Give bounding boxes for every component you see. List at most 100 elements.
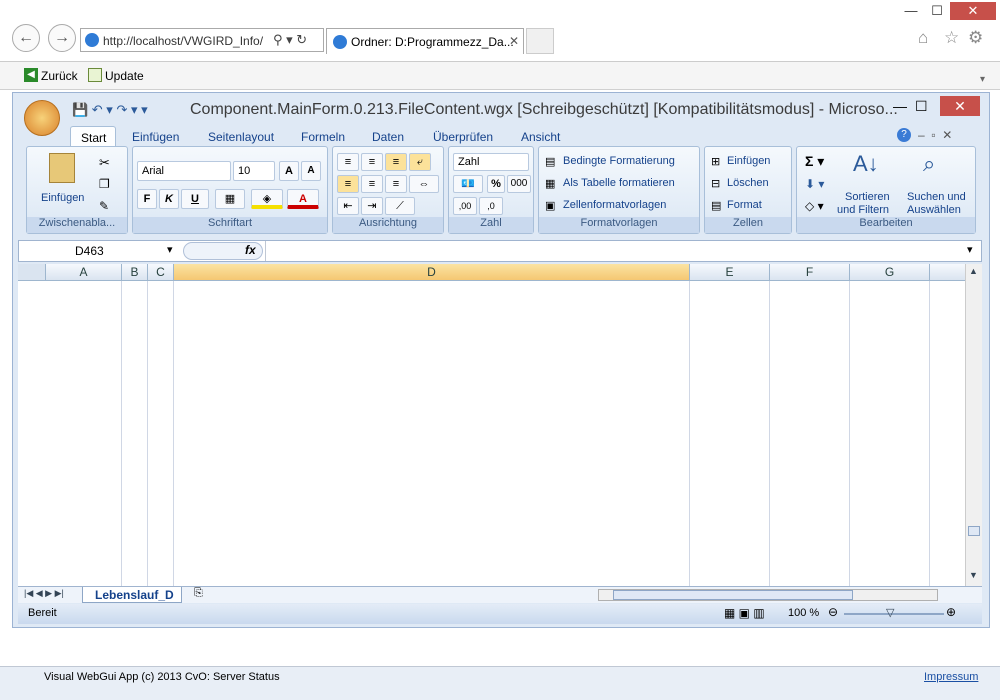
cmdbar-overflow-icon[interactable]: ▾ (980, 74, 985, 85)
address-bar[interactable]: http://localhost/VWGIRD_Info/ ⚲ ▾ ↻ (80, 28, 324, 52)
zoom-slider-thumb[interactable]: ▽ (886, 606, 894, 619)
select-all-corner[interactable] (18, 264, 46, 281)
autosum-icon[interactable]: Σ ▾ (805, 153, 824, 170)
tab-seitenlayout[interactable]: Seitenlayout (208, 130, 274, 144)
tab-daten[interactable]: Daten (372, 130, 404, 144)
cut-icon[interactable]: ✂ (99, 155, 110, 171)
view-buttons-icon[interactable]: ▦ ▣ ▥ (724, 606, 765, 620)
sort-filter-line2[interactable]: und Filtern (837, 204, 889, 216)
col-header-c[interactable]: C (148, 264, 174, 281)
scroll-up-icon[interactable]: ▲ (969, 266, 978, 276)
sort-filter-line1[interactable]: Sortieren (845, 191, 890, 203)
fill-icon[interactable]: ⬇ ▾ (805, 177, 824, 191)
vertical-scrollbar[interactable]: ▲ ▼ (965, 264, 982, 586)
excel-minimize-icon[interactable]: — (893, 98, 907, 114)
cell-styles-button[interactable]: Zellenformatvorlagen (563, 199, 666, 211)
find-select-line2[interactable]: Auswählen (907, 204, 961, 216)
tab-formeln[interactable]: Formeln (301, 130, 345, 144)
close-icon[interactable]: ✕ (950, 2, 996, 20)
office-button-icon[interactable] (24, 100, 60, 136)
browser-tab-active[interactable]: Ordner: D:Programmezz_Da... ✕ (326, 28, 524, 54)
find-select-line1[interactable]: Suchen und (907, 191, 966, 203)
decrease-indent-icon[interactable]: ⇤ (337, 197, 359, 215)
search-icon[interactable]: ⚲ ▾ ↻ (273, 32, 307, 48)
conditional-format-button[interactable]: Bedingte Formatierung (563, 155, 675, 167)
align-center-icon[interactable]: ≡ (361, 175, 383, 193)
sheet-tab-lebenslauf[interactable]: Lebenslauf_D (82, 587, 182, 603)
name-box[interactable]: D463 (75, 244, 104, 258)
quick-access-icons[interactable]: 💾 ↶ ▾ ↷ ▾ ▾ (72, 102, 148, 118)
grow-font-icon[interactable]: A (279, 161, 299, 181)
scroll-thumb[interactable] (968, 526, 980, 536)
horizontal-scrollbar[interactable] (598, 589, 938, 601)
back-arrow-icon[interactable]: ← (12, 24, 40, 52)
format-cells-button[interactable]: Format (727, 199, 762, 211)
paste-button[interactable]: Einfügen (41, 192, 84, 204)
delete-cells-button[interactable]: Löschen (727, 177, 769, 189)
zoom-level[interactable]: 100 % (788, 607, 819, 619)
paste-clipboard-icon[interactable] (49, 153, 75, 183)
align-right-icon[interactable]: ≡ (385, 175, 407, 193)
hscroll-thumb[interactable] (613, 590, 853, 600)
zoom-out-icon[interactable]: ⊖ (828, 605, 838, 619)
sheet-nav-icons[interactable]: |◀ ◀ ▶ ▶| (24, 588, 64, 599)
thousands-button[interactable]: 000 (507, 175, 531, 193)
merge-cells-icon[interactable]: ⇔ (409, 175, 439, 193)
col-header-g[interactable]: G (850, 264, 930, 281)
binoculars-icon[interactable]: ⌕ (923, 151, 935, 177)
help-icon[interactable]: ? (897, 128, 911, 142)
currency-icon[interactable]: 💶 (453, 175, 483, 193)
excel-maximize-icon[interactable]: ☐ (915, 98, 928, 115)
align-middle-icon[interactable]: ≡ (361, 153, 383, 171)
gear-icon[interactable]: ⚙ (968, 28, 983, 48)
bold-button[interactable]: F (137, 189, 157, 209)
col-header-f[interactable]: F (770, 264, 850, 281)
tab-start[interactable]: Start (70, 126, 116, 148)
insert-sheet-icon[interactable]: ⎘ (194, 587, 203, 600)
format-as-table-button[interactable]: Als Tabelle formatieren (563, 177, 675, 189)
align-bottom-icon[interactable]: ≡ (385, 153, 407, 171)
home-icon[interactable]: ⌂ (918, 28, 928, 48)
update-button[interactable]: Update (105, 69, 144, 83)
favorites-star-icon[interactable]: ☆ (944, 28, 959, 48)
tab-close-icon[interactable]: ✕ (509, 34, 519, 48)
excel-close-icon[interactable]: ✕ (940, 96, 980, 116)
clear-icon[interactable]: ◇ ▾ (805, 199, 824, 213)
ribbon-window-controls-icon[interactable]: – ▫ ✕ (918, 128, 952, 142)
increase-decimal-icon[interactable]: ,00 (453, 197, 477, 215)
underline-button[interactable]: U (181, 189, 209, 209)
formula-input[interactable] (265, 241, 965, 261)
tab-ueberpruefen[interactable]: Überprüfen (433, 130, 493, 144)
col-header-e[interactable]: E (690, 264, 770, 281)
increase-indent-icon[interactable]: ⇥ (361, 197, 383, 215)
col-header-d[interactable]: D (174, 264, 690, 281)
format-painter-icon[interactable]: ✎ (99, 199, 109, 213)
font-color-icon[interactable]: A (287, 189, 319, 209)
percent-button[interactable]: % (487, 175, 505, 193)
align-left-icon[interactable]: ≡ (337, 175, 359, 193)
new-tab-button[interactable] (526, 28, 554, 54)
shrink-font-icon[interactable]: A (301, 161, 321, 181)
scroll-down-icon[interactable]: ▼ (969, 570, 978, 580)
tab-einfuegen[interactable]: Einfügen (132, 130, 179, 144)
col-header-b[interactable]: B (122, 264, 148, 281)
fx-icon[interactable]: fx (245, 243, 256, 257)
name-box-dropdown-icon[interactable]: ▾ (167, 243, 173, 256)
zoom-in-icon[interactable]: ⊕ (946, 605, 956, 619)
minimize-icon[interactable]: — (898, 2, 924, 20)
number-format-select[interactable]: Zahl (453, 153, 529, 171)
font-size-select[interactable]: 10 (233, 161, 275, 181)
back-button[interactable]: Zurück (41, 69, 78, 83)
insert-cells-button[interactable]: Einfügen (727, 155, 770, 167)
tab-ansicht[interactable]: Ansicht (521, 130, 560, 144)
fill-color-icon[interactable]: ◈ (251, 189, 283, 209)
col-header-a[interactable]: A (46, 264, 122, 281)
impressum-link[interactable]: Impressum (924, 671, 978, 683)
forward-arrow-icon[interactable]: → (48, 24, 76, 52)
maximize-icon[interactable]: ☐ (924, 2, 950, 20)
decrease-decimal-icon[interactable]: ,0 (479, 197, 503, 215)
font-name-select[interactable]: Arial (137, 161, 231, 181)
border-icon[interactable]: ▦ (215, 189, 245, 209)
italic-button[interactable]: K (159, 189, 179, 209)
expand-formula-icon[interactable]: ▾ (967, 243, 973, 256)
